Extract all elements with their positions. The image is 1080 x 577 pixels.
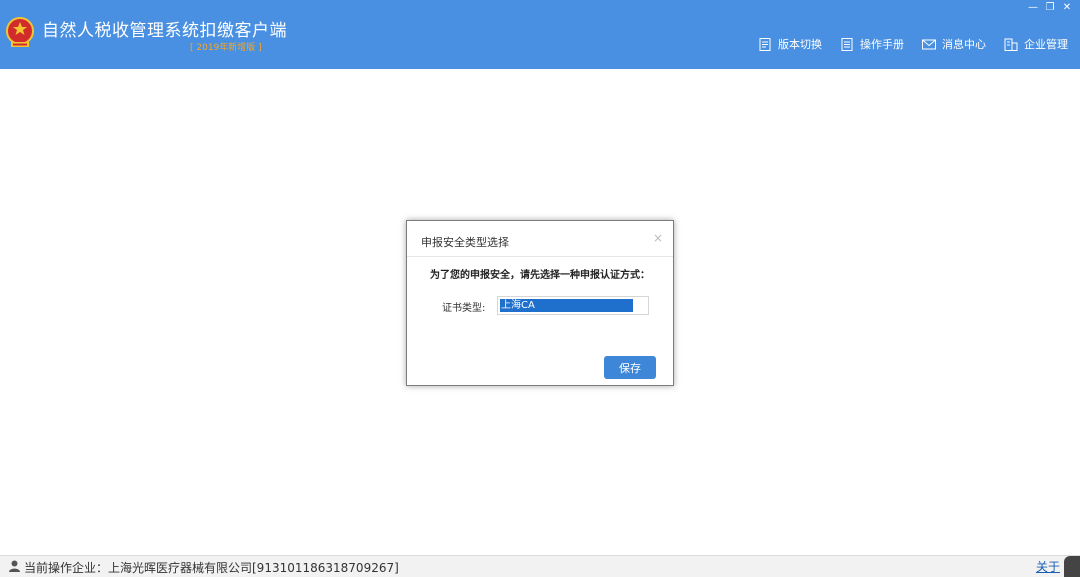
national-emblem-icon (6, 17, 34, 47)
nav-messages-label: 消息中心 (942, 38, 986, 51)
about-link[interactable]: 关于 (1036, 558, 1060, 575)
maximize-button[interactable]: ❐ (1043, 2, 1057, 14)
nav-enterprise[interactable]: 企业管理 (1004, 36, 1068, 52)
minimize-button[interactable]: — (1026, 2, 1040, 14)
app-title: 自然人税收管理系统扣缴客户端 (42, 21, 287, 41)
dialog-close-icon[interactable]: × (653, 232, 663, 244)
app-version-badge: [ 2019年新增版 ] (190, 43, 262, 53)
document-icon (759, 37, 771, 51)
dialog-prompt: 为了您的申报安全，请先选择一种申报认证方式： (430, 270, 650, 281)
nav-messages[interactable]: 消息中心 (922, 36, 986, 52)
close-button[interactable]: ✕ (1060, 2, 1074, 14)
dialog-title: 申报安全类型选择 (421, 236, 509, 249)
dialog-divider (407, 256, 673, 257)
envelope-icon (922, 39, 936, 49)
save-button[interactable]: 保存 (604, 356, 656, 379)
nav-enterprise-label: 企业管理 (1024, 38, 1068, 51)
nav-manual-label: 操作手册 (860, 38, 904, 51)
security-type-dialog: 申报安全类型选择 × 为了您的申报安全，请先选择一种申报认证方式： 证书类型: … (406, 220, 674, 386)
cert-type-selected-value: 上海CA (500, 299, 633, 312)
window-controls: — ❐ ✕ (1026, 2, 1074, 14)
cert-type-select[interactable]: 上海CA (497, 296, 649, 315)
top-nav: 版本切换 操作手册 消息中心 企业管理 (758, 36, 1068, 52)
corner-handle (1064, 556, 1080, 577)
cert-type-label: 证书类型: (442, 303, 486, 314)
app-header: 自然人税收管理系统扣缴客户端 [ 2019年新增版 ] — ❐ ✕ 版本切换 操… (0, 0, 1080, 69)
building-icon (1004, 38, 1018, 51)
manual-icon (841, 37, 853, 51)
nav-version-switch[interactable]: 版本切换 (758, 36, 822, 52)
current-enterprise-text: 当前操作企业：上海光晖医疗器械有限公司[913101186318709267] (24, 561, 399, 575)
user-icon (9, 560, 20, 572)
nav-manual[interactable]: 操作手册 (840, 36, 904, 52)
nav-version-switch-label: 版本切换 (778, 38, 822, 51)
status-bar: 当前操作企业：上海光晖医疗器械有限公司[913101186318709267] … (0, 555, 1080, 577)
